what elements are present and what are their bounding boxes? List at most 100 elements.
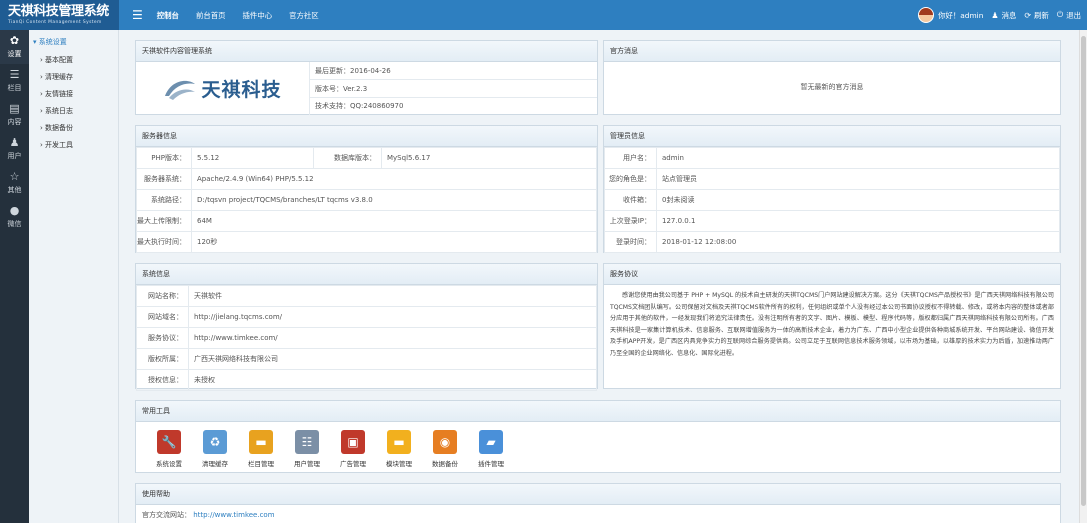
menu-item-system-log[interactable]: › 系统日志 <box>40 103 118 120</box>
table-row: 服务协议： http://www.timkee.com/ <box>136 327 597 349</box>
menu-item-links[interactable]: › 友情链接 <box>40 86 118 103</box>
table-row: PHP版本： 5.5.12 数据库版本： MySql5.6.17 <box>136 147 597 169</box>
product-panel-title: 天祺软件内容管理系统 <box>136 41 597 62</box>
row-value: 天祺软件 <box>188 285 597 307</box>
user-greeting[interactable]: 你好！admin <box>938 10 983 21</box>
sidebar-item-label: 用户 <box>7 152 22 160</box>
logout-link[interactable]: ⏻ 退出 <box>1057 10 1081 21</box>
menu-item-basic-config[interactable]: › 基本配置 <box>40 52 118 69</box>
product-panel: 天祺软件内容管理系统 天祺科技 最后更新：2016-04-26 版本号：Ver.… <box>135 40 598 115</box>
row-value: 广西天祺网络科技有限公司 <box>188 348 597 370</box>
bell-icon: ♟ <box>991 10 999 20</box>
license-text: 感谢您使用由我公司基于 PHP + MySQL 的技术自主研发的天祺TQCMS门… <box>610 292 1054 357</box>
menu-item-label: 系统日志 <box>45 107 74 115</box>
refresh-link[interactable]: ⟳ 刷新 <box>1024 10 1049 21</box>
tool-recycle-bin[interactable]: ♻ 清理缓存 <box>192 430 238 468</box>
user-icon: ♟ <box>9 136 20 149</box>
server-info-table: PHP版本： 5.5.12 数据库版本： MySql5.6.17 服务器系统： A… <box>136 147 597 253</box>
table-row: 系统路径： D:/tqsvn project/TQCMS/branches/LT … <box>136 189 597 211</box>
nav-plugins[interactable]: 插件中心 <box>243 10 273 21</box>
app-logo[interactable]: 天祺科技管理系统 TianQi Content Management Syste… <box>0 0 119 30</box>
tool-users[interactable]: ☷ 用户管理 <box>284 430 330 468</box>
sidebar-item-other[interactable]: ☆ 其他 <box>0 166 29 200</box>
users-icon: ☷ <box>295 430 319 454</box>
last-update: 最后更新：2016-04-26 <box>310 62 597 80</box>
settings-menu-header[interactable]: ▾ 系统设置 <box>33 37 118 47</box>
tools-icon: 🔧 <box>157 430 181 454</box>
scrollbar-thumb[interactable] <box>1081 36 1086 506</box>
sidebar-item-label: 微信 <box>7 220 22 228</box>
menu-item-label: 清理缓存 <box>45 73 74 81</box>
nav-frontpage[interactable]: 前台首页 <box>196 10 226 21</box>
refresh-icon: ⟳ <box>1024 10 1032 20</box>
company-logo: 天祺科技 <box>136 62 310 115</box>
table-row: 授权信息： 未授权 <box>136 369 597 391</box>
avatar[interactable] <box>918 7 935 23</box>
nav-console[interactable]: 控制台 <box>157 10 179 21</box>
tool-label: 清理缓存 <box>202 460 228 468</box>
tool-label: 插件管理 <box>478 460 504 468</box>
row-label: 服务器系统： <box>136 168 192 190</box>
row-value: 127.0.0.1 <box>656 210 1060 232</box>
messages-link[interactable]: ♟ 消息 <box>991 10 1016 21</box>
system-info-panel: 系统信息 网站名称： 天祺软件 网站域名： http://jielang.tqcms… <box>135 263 598 391</box>
version: 版本号：Ver.2.3 <box>310 80 597 98</box>
settings-menu-title: 系统设置 <box>38 38 67 46</box>
help-site-link[interactable]: http://www.timkee.com <box>193 511 274 519</box>
table-row: 登录时间： 2018-01-12 12:08:00 <box>604 231 1060 253</box>
sidebar-item-label: 其他 <box>7 186 22 194</box>
row-value: http://www.timkee.com/ <box>188 327 597 349</box>
power-icon: ⏻ <box>1056 10 1064 19</box>
hamburger-icon[interactable]: ☰ <box>132 8 143 22</box>
tool-module-folder[interactable]: ▬ 模块管理 <box>376 430 422 468</box>
plugin-icon: ▰ <box>479 430 503 454</box>
row-label: 系统路径： <box>136 189 192 211</box>
sidebar-item-users[interactable]: ♟ 用户 <box>0 132 29 166</box>
table-row: 网站域名： http://jielang.tqcms.com/ <box>136 306 597 328</box>
user-area: 你好！admin ♟ 消息 ⟳ 刷新 ⏻ 退出 <box>918 0 1081 30</box>
folder-icon: ▬ <box>249 430 273 454</box>
row-value: 未授权 <box>188 369 597 391</box>
row-label: 服务协议： <box>136 327 189 349</box>
messages-label: 消息 <box>1001 10 1017 20</box>
menu-item-label: 数据备份 <box>45 124 74 132</box>
db-version-value: MySql5.6.17 <box>381 147 597 169</box>
menu-item-dev-tools[interactable]: › 开发工具 <box>40 137 118 154</box>
php-version-value: 5.5.12 <box>191 147 314 169</box>
scrollbar[interactable] <box>1079 30 1087 523</box>
sidebar-item-content[interactable]: ▤ 内容 <box>0 98 29 132</box>
sidebar-item-wechat[interactable]: ● 微信 <box>0 200 29 234</box>
tool-billboard[interactable]: ▣ 广告管理 <box>330 430 376 468</box>
row-label: 网站域名： <box>136 306 189 328</box>
tools-panel: 常用工具 🔧 系统设置 ♻ 清理缓存 ▬ 栏目管理 ☷ 用户管理 ▣ 广告管理 ▬ 模块管理 ◉ 数据备份… <box>135 400 1061 473</box>
sidebar-item-label: 设置 <box>7 50 22 58</box>
nav-community[interactable]: 官方社区 <box>289 10 319 21</box>
row-label: 最大上传限制： <box>136 210 192 232</box>
tool-plugin[interactable]: ▰ 插件管理 <box>468 430 514 468</box>
sidebar-item-columns[interactable]: ☰ 栏目 <box>0 64 29 98</box>
logo-text: 天祺科技 <box>201 79 282 101</box>
server-info-title: 服务器信息 <box>136 126 597 147</box>
row-label: 收件箱： <box>604 189 657 211</box>
tool-folder[interactable]: ▬ 栏目管理 <box>238 430 284 468</box>
php-version-label: PHP版本： <box>136 147 192 169</box>
sidebar-item-settings[interactable]: ✿ 设置 <box>0 30 29 64</box>
row-label: 版权所属： <box>136 348 189 370</box>
menu-item-backup[interactable]: › 数据备份 <box>40 120 118 137</box>
help-title: 使用帮助 <box>136 484 1060 505</box>
db-version-label: 数据库版本： <box>313 147 382 169</box>
module-folder-icon: ▬ <box>387 430 411 454</box>
menu-item-clear-cache[interactable]: › 清理缓存 <box>40 69 118 86</box>
table-row: 网站名称： 天祺软件 <box>136 285 597 307</box>
tool-database[interactable]: ◉ 数据备份 <box>422 430 468 468</box>
tech-support: 技术支持：QQ:240860970 <box>315 102 404 110</box>
logout-label: 退出 <box>1066 10 1081 20</box>
table-row: 您的角色是： 站点管理员 <box>604 168 1060 190</box>
tool-tools[interactable]: 🔧 系统设置 <box>146 430 192 468</box>
row-value: 站点管理员 <box>656 168 1060 190</box>
license-title: 服务协议 <box>604 264 1060 285</box>
billboard-icon: ▣ <box>341 430 365 454</box>
wechat-icon: ● <box>9 204 20 217</box>
top-bar: 天祺科技管理系统 TianQi Content Management Syste… <box>0 0 1087 30</box>
row-label: 最大执行时间： <box>136 231 192 253</box>
